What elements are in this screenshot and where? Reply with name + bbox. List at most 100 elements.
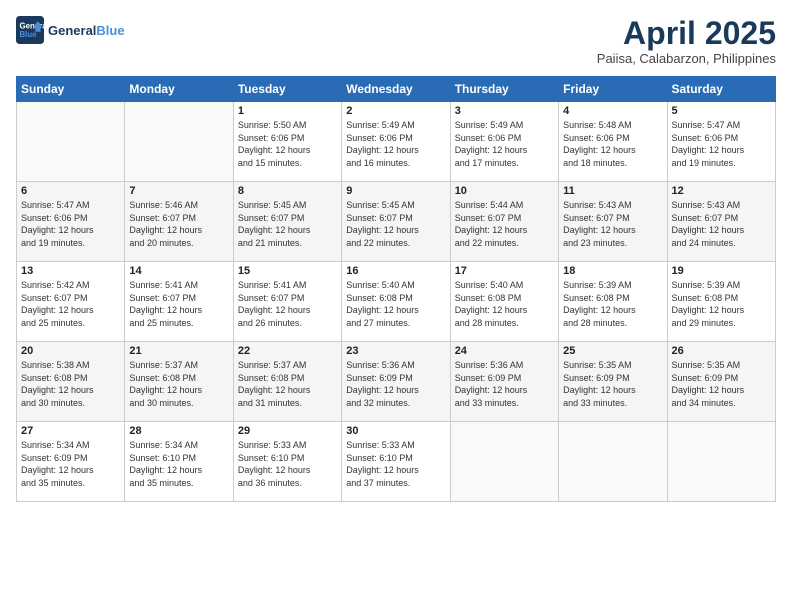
- month-title: April 2025: [597, 16, 776, 51]
- calendar-cell: [450, 422, 558, 502]
- day-number: 26: [672, 345, 771, 357]
- day-number: 7: [129, 185, 228, 197]
- day-info: Sunrise: 5:33 AM Sunset: 6:10 PM Dayligh…: [346, 439, 445, 489]
- logo: General Blue GeneralBlue: [16, 16, 125, 44]
- day-number: 9: [346, 185, 445, 197]
- day-number: 10: [455, 185, 554, 197]
- header: General Blue GeneralBlue April 2025 Paii…: [16, 16, 776, 66]
- day-info: Sunrise: 5:50 AM Sunset: 6:06 PM Dayligh…: [238, 119, 337, 169]
- svg-text:Blue: Blue: [20, 30, 38, 39]
- logo-icon: General Blue: [16, 16, 44, 44]
- day-info: Sunrise: 5:44 AM Sunset: 6:07 PM Dayligh…: [455, 199, 554, 249]
- day-info: Sunrise: 5:48 AM Sunset: 6:06 PM Dayligh…: [563, 119, 662, 169]
- day-number: 16: [346, 265, 445, 277]
- calendar-header-row: Sunday Monday Tuesday Wednesday Thursday…: [17, 77, 776, 102]
- calendar-cell: 12 Sunrise: 5:43 AM Sunset: 6:07 PM Dayli…: [667, 182, 775, 262]
- day-number: 19: [672, 265, 771, 277]
- day-info: Sunrise: 5:37 AM Sunset: 6:08 PM Dayligh…: [129, 359, 228, 409]
- day-info: Sunrise: 5:33 AM Sunset: 6:10 PM Dayligh…: [238, 439, 337, 489]
- calendar-cell: 7 Sunrise: 5:46 AM Sunset: 6:07 PM Daylig…: [125, 182, 233, 262]
- day-number: 2: [346, 105, 445, 117]
- calendar-week-row: 13 Sunrise: 5:42 AM Sunset: 6:07 PM Dayli…: [17, 262, 776, 342]
- day-info: Sunrise: 5:40 AM Sunset: 6:08 PM Dayligh…: [455, 279, 554, 329]
- calendar-cell: 5 Sunrise: 5:47 AM Sunset: 6:06 PM Daylig…: [667, 102, 775, 182]
- day-info: Sunrise: 5:41 AM Sunset: 6:07 PM Dayligh…: [238, 279, 337, 329]
- day-info: Sunrise: 5:49 AM Sunset: 6:06 PM Dayligh…: [455, 119, 554, 169]
- day-info: Sunrise: 5:34 AM Sunset: 6:09 PM Dayligh…: [21, 439, 120, 489]
- day-number: 8: [238, 185, 337, 197]
- calendar-cell: 10 Sunrise: 5:44 AM Sunset: 6:07 PM Dayli…: [450, 182, 558, 262]
- calendar-cell: 29 Sunrise: 5:33 AM Sunset: 6:10 PM Dayli…: [233, 422, 341, 502]
- day-number: 21: [129, 345, 228, 357]
- calendar-cell: [559, 422, 667, 502]
- day-number: 30: [346, 425, 445, 437]
- calendar-cell: 14Sunrise: 5:41 AM Sunset: 6:07 PM Dayli…: [125, 262, 233, 342]
- calendar-cell: 27 Sunrise: 5:34 AM Sunset: 6:09 PM Dayli…: [17, 422, 125, 502]
- calendar-cell: 11Sunrise: 5:43 AM Sunset: 6:07 PM Dayli…: [559, 182, 667, 262]
- day-info: Sunrise: 5:35 AM Sunset: 6:09 PM Dayligh…: [672, 359, 771, 409]
- day-info: Sunrise: 5:39 AM Sunset: 6:08 PM Dayligh…: [563, 279, 662, 329]
- day-info: Sunrise: 5:47 AM Sunset: 6:06 PM Dayligh…: [21, 199, 120, 249]
- calendar-table: Sunday Monday Tuesday Wednesday Thursday…: [16, 76, 776, 502]
- col-thursday: Thursday: [450, 77, 558, 102]
- col-monday: Monday: [125, 77, 233, 102]
- calendar-cell: 4 Sunrise: 5:48 AM Sunset: 6:06 PM Daylig…: [559, 102, 667, 182]
- day-info: Sunrise: 5:46 AM Sunset: 6:07 PM Dayligh…: [129, 199, 228, 249]
- day-info: Sunrise: 5:49 AM Sunset: 6:06 PM Dayligh…: [346, 119, 445, 169]
- calendar-cell: 9 Sunrise: 5:45 AM Sunset: 6:07 PM Daylig…: [342, 182, 450, 262]
- calendar-cell: 30 Sunrise: 5:33 AM Sunset: 6:10 PM Dayli…: [342, 422, 450, 502]
- day-number: 23: [346, 345, 445, 357]
- calendar-cell: 24 Sunrise: 5:36 AM Sunset: 6:09 PM Dayli…: [450, 342, 558, 422]
- calendar-cell: 22 Sunrise: 5:37 AM Sunset: 6:08 PM Dayli…: [233, 342, 341, 422]
- day-info: Sunrise: 5:36 AM Sunset: 6:09 PM Dayligh…: [455, 359, 554, 409]
- day-info: Sunrise: 5:34 AM Sunset: 6:10 PM Dayligh…: [129, 439, 228, 489]
- logo-text: GeneralBlue: [48, 23, 125, 38]
- day-number: 5: [672, 105, 771, 117]
- col-wednesday: Wednesday: [342, 77, 450, 102]
- day-number: 18: [563, 265, 662, 277]
- day-number: 27: [21, 425, 120, 437]
- day-number: 1: [238, 105, 337, 117]
- location-subtitle: Paiisa, Calabarzon, Philippines: [597, 51, 776, 66]
- day-info: Sunrise: 5:47 AM Sunset: 6:06 PM Dayligh…: [672, 119, 771, 169]
- day-number: 6: [21, 185, 120, 197]
- day-number: 28: [129, 425, 228, 437]
- day-info: Sunrise: 5:37 AM Sunset: 6:08 PM Dayligh…: [238, 359, 337, 409]
- calendar-cell: 1 Sunrise: 5:50 AM Sunset: 6:06 PM Daylig…: [233, 102, 341, 182]
- col-saturday: Saturday: [667, 77, 775, 102]
- day-info: Sunrise: 5:39 AM Sunset: 6:08 PM Dayligh…: [672, 279, 771, 329]
- day-number: 29: [238, 425, 337, 437]
- day-info: Sunrise: 5:41 AM Sunset: 6:07 PM Dayligh…: [129, 279, 228, 329]
- calendar-cell: 13 Sunrise: 5:42 AM Sunset: 6:07 PM Dayli…: [17, 262, 125, 342]
- day-number: 20: [21, 345, 120, 357]
- calendar-cell: 17Sunrise: 5:40 AM Sunset: 6:08 PM Dayli…: [450, 262, 558, 342]
- day-info: Sunrise: 5:36 AM Sunset: 6:09 PM Dayligh…: [346, 359, 445, 409]
- calendar-week-row: 6 Sunrise: 5:47 AM Sunset: 6:06 PM Daylig…: [17, 182, 776, 262]
- col-sunday: Sunday: [17, 77, 125, 102]
- calendar-cell: 19 Sunrise: 5:39 AM Sunset: 6:08 PM Dayli…: [667, 262, 775, 342]
- calendar-cell: 20Sunrise: 5:38 AM Sunset: 6:08 PM Dayli…: [17, 342, 125, 422]
- day-info: Sunrise: 5:43 AM Sunset: 6:07 PM Dayligh…: [672, 199, 771, 249]
- day-number: 22: [238, 345, 337, 357]
- calendar-cell: [17, 102, 125, 182]
- day-number: 3: [455, 105, 554, 117]
- page-container: General Blue GeneralBlue April 2025 Paii…: [0, 0, 792, 612]
- calendar-cell: 2 Sunrise: 5:49 AM Sunset: 6:06 PM Daylig…: [342, 102, 450, 182]
- day-info: Sunrise: 5:45 AM Sunset: 6:07 PM Dayligh…: [346, 199, 445, 249]
- day-number: 4: [563, 105, 662, 117]
- calendar-cell: 3 Sunrise: 5:49 AM Sunset: 6:06 PM Daylig…: [450, 102, 558, 182]
- day-info: Sunrise: 5:45 AM Sunset: 6:07 PM Dayligh…: [238, 199, 337, 249]
- calendar-cell: 15 Sunrise: 5:41 AM Sunset: 6:07 PM Dayli…: [233, 262, 341, 342]
- calendar-cell: [667, 422, 775, 502]
- day-info: Sunrise: 5:43 AM Sunset: 6:07 PM Dayligh…: [563, 199, 662, 249]
- day-number: 13: [21, 265, 120, 277]
- day-info: Sunrise: 5:42 AM Sunset: 6:07 PM Dayligh…: [21, 279, 120, 329]
- day-number: 25: [563, 345, 662, 357]
- calendar-cell: 21 Sunrise: 5:37 AM Sunset: 6:08 PM Dayli…: [125, 342, 233, 422]
- calendar-cell: 26 Sunrise: 5:35 AM Sunset: 6:09 PM Dayli…: [667, 342, 775, 422]
- day-number: 12: [672, 185, 771, 197]
- calendar-cell: 23 Sunrise: 5:36 AM Sunset: 6:09 PM Dayli…: [342, 342, 450, 422]
- day-number: 24: [455, 345, 554, 357]
- calendar-cell: 28 Sunrise: 5:34 AM Sunset: 6:10 PM Dayli…: [125, 422, 233, 502]
- day-number: 15: [238, 265, 337, 277]
